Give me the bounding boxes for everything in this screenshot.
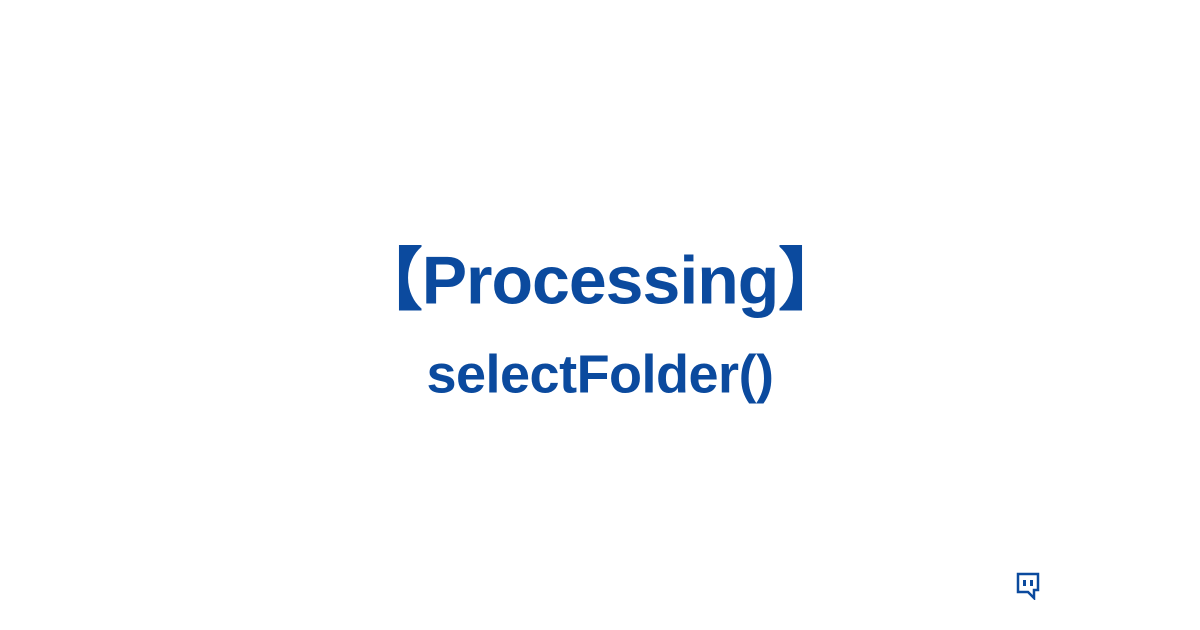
page-subtitle: selectFolder()	[0, 344, 1200, 406]
brand-logo-icon	[1016, 572, 1040, 600]
main-content: 【Processing】 selectFolder()	[0, 225, 1200, 406]
page-title: 【Processing】	[0, 225, 1200, 324]
